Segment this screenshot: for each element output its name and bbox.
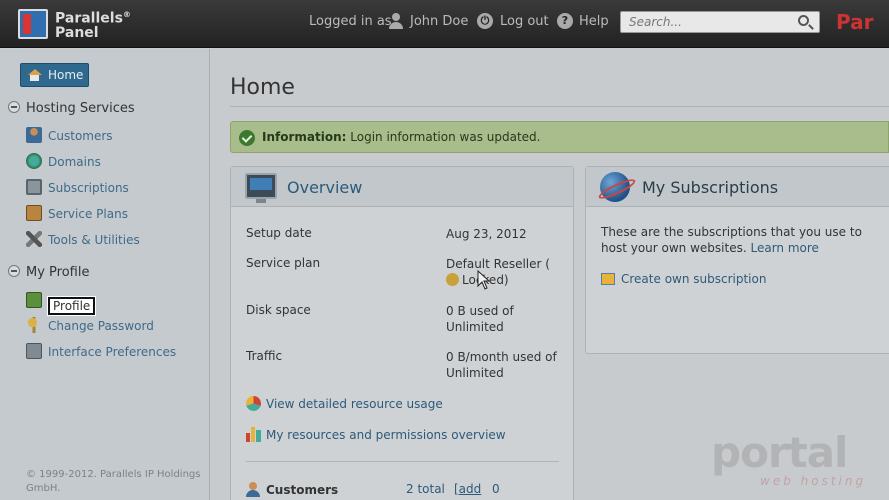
home-icon xyxy=(28,69,42,81)
sidebar-item-service-plans[interactable]: Service Plans xyxy=(26,205,128,221)
service-plan-value: Default Reseller ( Locked) xyxy=(446,256,566,288)
home-button[interactable]: Home xyxy=(20,63,89,87)
my-profile-header[interactable]: My Profile xyxy=(8,265,89,280)
create-subscription-label: Create own subscription xyxy=(621,272,767,286)
user-icon xyxy=(389,13,403,29)
create-subscription-icon xyxy=(601,273,615,285)
resources-permissions-label: My resources and permissions overview xyxy=(266,428,506,442)
interface-preferences-icon xyxy=(26,343,42,359)
customers-total-link[interactable]: 2 total xyxy=(406,482,445,496)
customers-heading: Customers xyxy=(266,483,339,497)
service-plan-label: Service plan xyxy=(246,256,321,270)
portal-watermark-sub: web hosting xyxy=(760,474,867,488)
help-link[interactable]: Help xyxy=(579,14,609,29)
brand-line2: Panel xyxy=(55,24,99,41)
overview-title: Overview xyxy=(287,178,363,197)
top-bar: Parallels® Panel Logged in as John Doe ⏻… xyxy=(0,0,889,48)
subscriptions-label: Subscriptions xyxy=(48,181,129,195)
customers-label: Customers xyxy=(48,129,113,143)
bar-chart-icon xyxy=(246,427,261,442)
disk-space-label: Disk space xyxy=(246,303,311,317)
overview-header: Overview xyxy=(231,167,573,207)
resources-permissions-link[interactable]: My resources and permissions overview xyxy=(246,427,506,442)
monitor-icon xyxy=(245,173,277,203)
collapse-icon[interactable] xyxy=(8,101,20,113)
service-plans-label: Service Plans xyxy=(48,207,128,221)
logout-link[interactable]: Log out xyxy=(500,14,549,29)
globe-icon xyxy=(600,172,630,202)
subscriptions-text: These are the subscriptions that you use… xyxy=(601,225,862,255)
subscriptions-icon xyxy=(26,179,42,195)
sidebar-item-subscriptions[interactable]: Subscriptions xyxy=(26,179,129,195)
traffic-value: 0 B/month used of Unlimited xyxy=(446,350,557,380)
profile-icon xyxy=(26,292,42,308)
customers-icon xyxy=(26,127,42,143)
subscriptions-header: My Subscriptions xyxy=(586,167,889,207)
view-resource-usage-link[interactable]: View detailed resource usage xyxy=(246,396,443,411)
parallels-logo-icon[interactable] xyxy=(18,9,48,39)
traffic-label: Traffic xyxy=(246,349,283,363)
mouse-cursor-icon xyxy=(477,270,491,290)
profile-label: Profile xyxy=(48,297,96,315)
view-resource-usage-label: View detailed resource usage xyxy=(266,397,443,411)
power-icon[interactable]: ⏻ xyxy=(477,13,493,29)
sidebar-item-interface-preferences[interactable]: Interface Preferences xyxy=(26,343,176,359)
service-plan-name[interactable]: Default Reseller ( xyxy=(446,257,550,271)
sidebar-item-profile[interactable]: Profile xyxy=(26,292,96,315)
brand-name: Parallels® Panel xyxy=(55,8,131,40)
home-label: Home xyxy=(48,68,84,82)
subscriptions-title: My Subscriptions xyxy=(642,178,779,197)
help-icon[interactable]: ? xyxy=(557,13,573,29)
change-password-label: Change Password xyxy=(48,319,154,333)
sidebar-item-domains[interactable]: Domains xyxy=(26,153,101,169)
customers-zero-link[interactable]: 0 xyxy=(492,482,500,496)
copyright: © 1999-2012. Parallels IP Holdings GmbH. xyxy=(26,469,201,494)
overview-panel: Overview Setup date Aug 23, 2012 Service… xyxy=(230,166,574,500)
user-name-link[interactable]: John Doe xyxy=(410,14,468,29)
sidebar-item-customers[interactable]: Customers xyxy=(26,127,113,143)
my-profile-label: My Profile xyxy=(26,265,90,280)
info-message-text: Login information was updated. xyxy=(350,130,541,144)
brand-reg: ® xyxy=(122,10,131,19)
pie-chart-icon xyxy=(246,396,261,411)
lock-icon xyxy=(446,273,459,286)
sidebar-item-tools-utilities[interactable]: Tools & Utilities xyxy=(26,231,140,247)
search-box xyxy=(620,11,820,33)
customers-row-label: Customers xyxy=(246,482,338,497)
hosting-services-label: Hosting Services xyxy=(26,101,135,116)
sidebar: Home Hosting Services Customers Domains … xyxy=(0,49,210,500)
brand-right-logo: Par xyxy=(836,10,874,34)
search-icon[interactable] xyxy=(798,15,809,26)
key-icon xyxy=(26,317,42,333)
portal-watermark: portal xyxy=(711,428,848,477)
setup-date-value: Aug 23, 2012 xyxy=(446,227,527,241)
page-title: Home xyxy=(230,75,295,100)
title-divider xyxy=(230,106,889,107)
hosting-services-header[interactable]: Hosting Services xyxy=(8,101,135,116)
info-text: Information: Login information was updat… xyxy=(262,130,540,144)
logged-in-label: Logged in as xyxy=(309,14,392,29)
interface-preferences-label: Interface Preferences xyxy=(48,345,177,359)
info-label: Information: xyxy=(262,130,347,144)
search-input[interactable] xyxy=(621,12,791,32)
subscriptions-description: These are the subscriptions that you use… xyxy=(601,224,889,256)
sidebar-item-change-password[interactable]: Change Password xyxy=(26,317,154,333)
service-plans-icon xyxy=(26,205,42,221)
info-message: Information: Login information was updat… xyxy=(230,121,889,153)
domains-icon xyxy=(26,153,42,169)
domains-label: Domains xyxy=(48,155,101,169)
customer-icon xyxy=(246,482,260,497)
learn-more-link[interactable]: Learn more xyxy=(750,241,818,255)
create-subscription-link[interactable]: Create own subscription xyxy=(601,272,766,286)
tools-utilities-label: Tools & Utilities xyxy=(48,233,140,247)
tools-icon xyxy=(26,231,42,247)
subscriptions-panel: My Subscriptions These are the subscript… xyxy=(585,166,889,354)
check-icon xyxy=(239,130,255,146)
setup-date-label: Setup date xyxy=(246,226,312,240)
add-customer-link[interactable]: [add xyxy=(454,482,481,496)
collapse-icon[interactable] xyxy=(8,265,20,277)
overview-divider xyxy=(246,461,559,462)
disk-space-value: 0 B used of Unlimited xyxy=(446,304,514,334)
